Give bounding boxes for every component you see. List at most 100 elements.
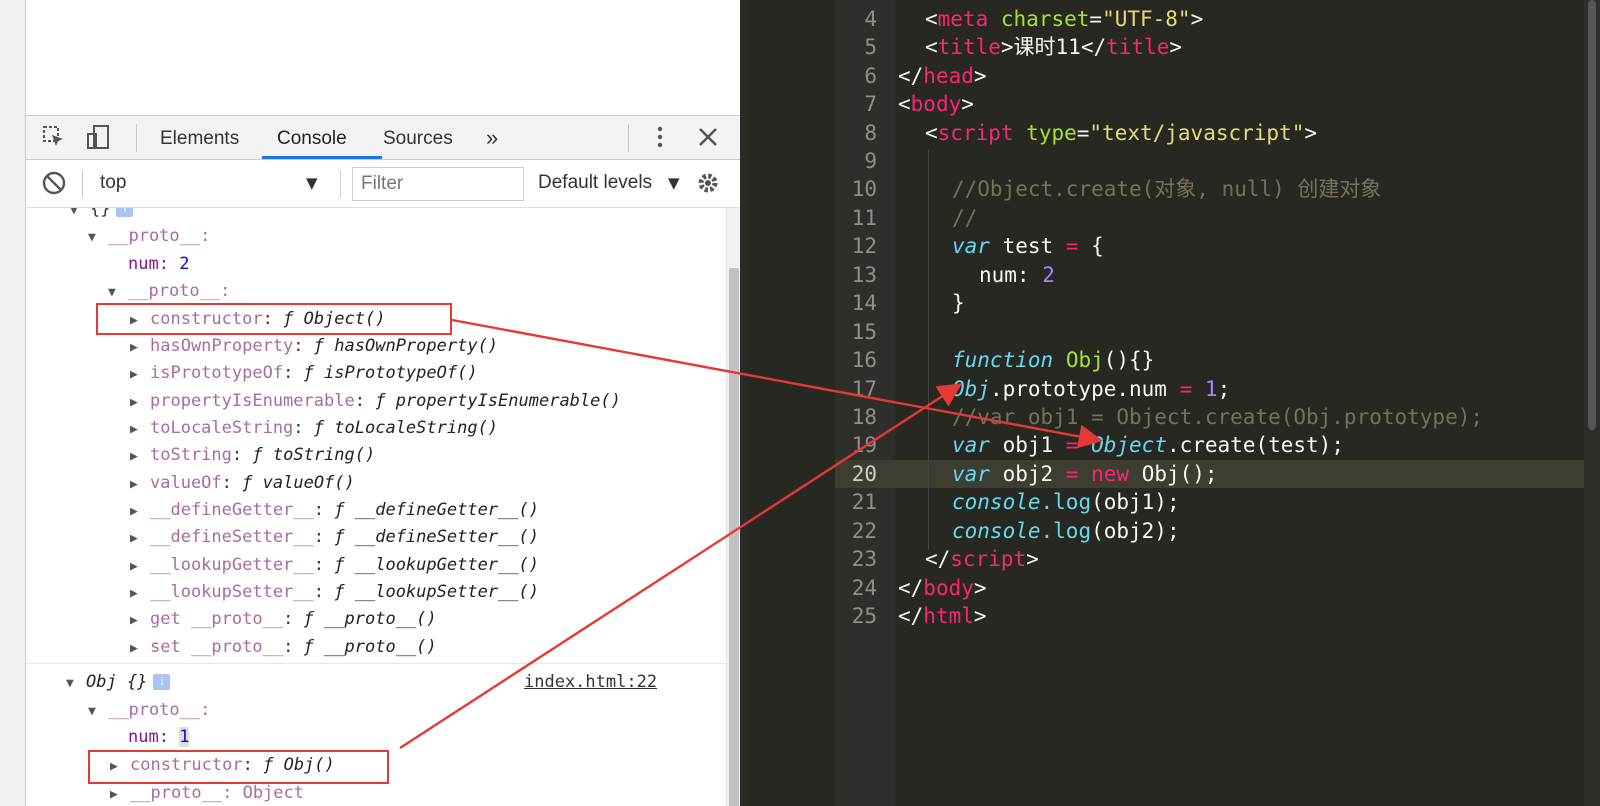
device-toolbar-icon[interactable] xyxy=(84,124,112,152)
scrollbar-thumb[interactable] xyxy=(1588,0,1596,430)
collapsed-triangle-icon[interactable]: ▶ xyxy=(130,554,150,580)
collapsed-triangle-icon[interactable]: ▶ xyxy=(130,417,150,443)
devtools-tabbar: Elements Console Sources » xyxy=(26,116,748,160)
code-line-23: </script> xyxy=(925,547,1039,571)
expand-triangle-icon[interactable]: ▼ xyxy=(70,208,90,224)
collapsed-triangle-icon[interactable]: ▶ xyxy=(130,581,150,607)
editor-scrollbar[interactable] xyxy=(1584,0,1600,806)
console-output: ▼{} i ▼ __proto__: num: 2 ▼ __proto__: ▶ con… xyxy=(26,208,726,806)
line-number: 23 xyxy=(851,547,877,571)
collapsed-triangle-icon[interactable]: ▶ xyxy=(130,526,150,552)
line-number: 11 xyxy=(851,206,877,230)
console-scrollbar[interactable] xyxy=(726,208,740,806)
log-levels-select[interactable]: Default levels xyxy=(538,172,652,194)
collapsed-triangle-icon[interactable]: ▶ xyxy=(110,782,130,806)
line-number: 7 xyxy=(864,92,877,116)
collapsed-triangle-icon[interactable]: ▶ xyxy=(130,444,150,470)
more-tabs-button[interactable]: » xyxy=(486,125,498,151)
member-row[interactable]: ▶ hasOwnProperty: ƒ hasOwnProperty() xyxy=(130,333,498,359)
collapsed-triangle-icon[interactable]: ▶ xyxy=(130,608,150,634)
collapsed-triangle-icon[interactable]: ▶ xyxy=(130,335,150,361)
chevron-down-icon[interactable]: ▼ xyxy=(668,174,680,192)
code-line-10: //Object.create(对象, null) 创建对象 xyxy=(952,177,1382,201)
kebab-menu-icon[interactable] xyxy=(646,124,674,152)
panel-splitter[interactable] xyxy=(740,0,748,806)
member-row[interactable]: ▶ propertyIsEnumerable: ƒ propertyIsEnume… xyxy=(130,388,621,414)
property-row: num: 2 xyxy=(128,254,190,274)
proto-row[interactable]: ▼ __proto__: xyxy=(108,278,230,304)
member-row[interactable]: ▶ isPrototypeOf: ƒ isPrototypeOf() xyxy=(130,360,478,386)
page-viewport xyxy=(26,0,748,116)
info-badge[interactable]: i xyxy=(153,674,171,690)
line-number: 14 xyxy=(851,291,877,315)
gear-icon[interactable] xyxy=(694,170,722,198)
expand-triangle-icon[interactable]: ▼ xyxy=(88,225,108,251)
line-number: 10 xyxy=(851,177,877,201)
tab-sources[interactable]: Sources xyxy=(383,128,453,150)
context-select[interactable]: top xyxy=(100,172,126,194)
active-tab-indicator xyxy=(262,156,382,159)
close-icon[interactable] xyxy=(694,124,722,152)
code-line-22: console.log(obj2); xyxy=(952,519,1180,543)
toolbar-divider xyxy=(82,170,83,198)
code-line-17: Obj.prototype.num = 1; xyxy=(952,377,1231,401)
line-number: 4 xyxy=(864,7,877,31)
code-line-11: // xyxy=(952,206,978,230)
member-row[interactable]: ▶ toString: ƒ toString() xyxy=(130,442,375,468)
expand-triangle-icon[interactable]: ▼ xyxy=(66,671,86,697)
expand-triangle-icon[interactable]: ▼ xyxy=(88,699,108,725)
code-line-6: </head> xyxy=(898,64,987,88)
line-number: 24 xyxy=(851,576,877,600)
collapsed-triangle-icon[interactable]: ▶ xyxy=(130,472,150,498)
code-line-5: <title>课时11</title> xyxy=(925,35,1182,59)
line-number: 13 xyxy=(851,263,877,287)
proto-row[interactable]: ▼ __proto__: xyxy=(88,223,210,249)
object-header[interactable]: ▼{} i xyxy=(70,208,134,224)
code-line-7: <body> xyxy=(898,92,974,116)
line-number: 16 xyxy=(851,348,877,372)
desktop-edge xyxy=(0,0,26,806)
code-line-21: console.log(obj1); xyxy=(952,490,1180,514)
member-row[interactable]: ▶ __lookupSetter__: ƒ __lookupSetter__() xyxy=(130,579,539,605)
line-number: 9 xyxy=(864,149,877,173)
inspect-element-icon[interactable] xyxy=(40,124,68,152)
chevron-down-icon[interactable]: ▼ xyxy=(306,174,318,192)
collapsed-triangle-icon[interactable]: ▶ xyxy=(130,390,150,416)
toolbar-divider xyxy=(136,124,137,152)
line-number: 25 xyxy=(851,604,877,628)
member-row[interactable]: ▶ toLocaleString: ƒ toLocaleString() xyxy=(130,415,498,441)
scrollbar-thumb[interactable] xyxy=(729,268,739,806)
code-line-25: </html> xyxy=(898,604,987,628)
object-header[interactable]: ▼ Obj {} i xyxy=(66,669,171,697)
member-row[interactable]: ▶ __defineSetter__: ƒ __defineSetter__() xyxy=(130,524,539,550)
code-line-16: function Obj(){} xyxy=(952,348,1155,372)
member-row[interactable]: ▶ valueOf: ƒ valueOf() xyxy=(130,470,355,496)
code-line-20: var obj2 = new Obj(); xyxy=(952,462,1218,486)
clear-console-icon[interactable] xyxy=(40,170,68,198)
highlight-box xyxy=(96,303,452,335)
filter-field[interactable] xyxy=(352,167,524,201)
code-line-24: </body> xyxy=(898,576,987,600)
line-number: 19 xyxy=(851,433,877,457)
tab-console[interactable]: Console xyxy=(277,128,347,150)
source-link[interactable]: index.html:22 xyxy=(524,669,657,695)
collapsed-triangle-icon[interactable]: ▶ xyxy=(130,499,150,525)
log-divider xyxy=(26,663,726,664)
member-row[interactable]: ▶ __defineGetter__: ƒ __defineGetter__() xyxy=(130,497,539,523)
tab-elements[interactable]: Elements xyxy=(160,128,239,150)
line-number: 15 xyxy=(851,320,877,344)
filter-input[interactable] xyxy=(353,168,523,200)
proto-row[interactable]: ▼ __proto__: xyxy=(88,697,210,723)
collapsed-triangle-icon[interactable]: ▶ xyxy=(130,362,150,388)
highlight-box xyxy=(88,750,389,784)
toolbar-divider xyxy=(340,170,341,198)
collapsed-triangle-icon[interactable]: ▶ xyxy=(130,636,150,662)
line-number: 22 xyxy=(851,519,877,543)
line-number: 12 xyxy=(851,234,877,258)
line-number: 17 xyxy=(851,377,877,401)
indent-guide xyxy=(928,150,929,550)
member-row[interactable]: ▶ get __proto__: ƒ __proto__() xyxy=(130,606,437,632)
info-badge[interactable]: i xyxy=(116,208,134,217)
member-row[interactable]: ▶ __lookupGetter__: ƒ __lookupGetter__() xyxy=(130,552,539,578)
member-row[interactable]: ▶ set __proto__: ƒ __proto__() xyxy=(130,634,437,660)
